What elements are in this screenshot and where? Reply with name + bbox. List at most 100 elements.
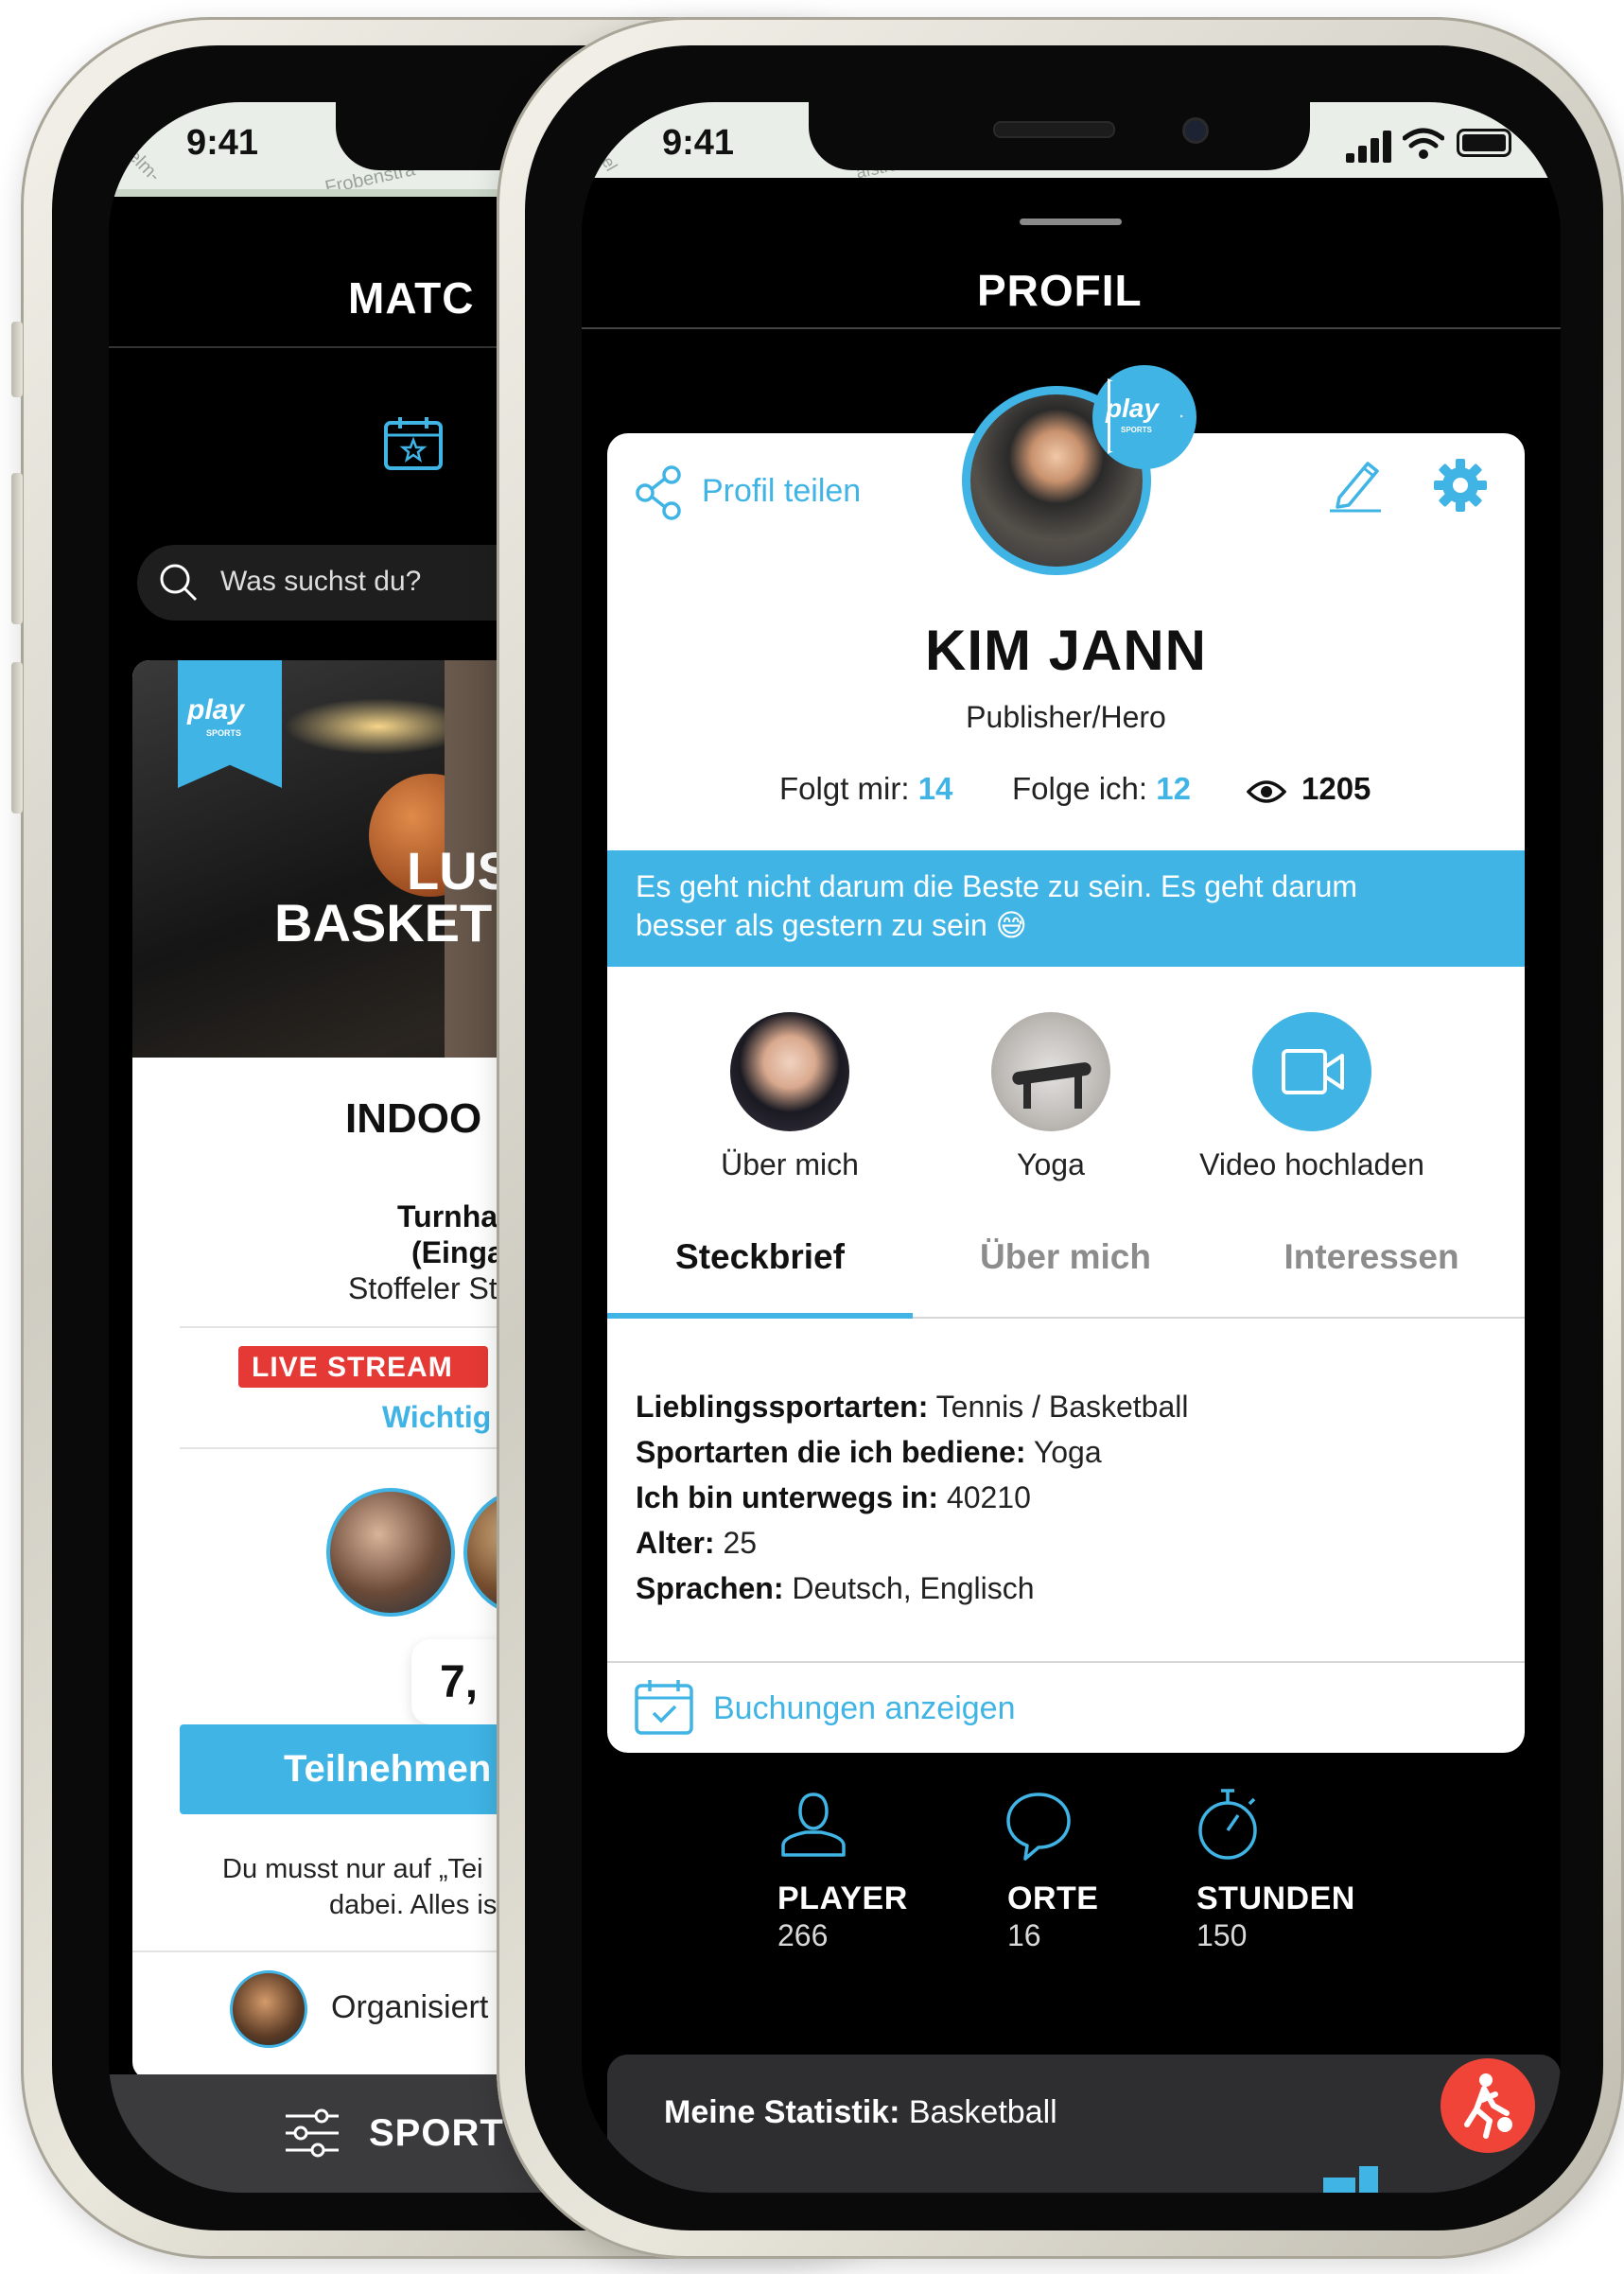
event-title: INDOO (345, 1095, 482, 1142)
followers-stat[interactable]: Folgt mir: 14 (779, 771, 952, 807)
following-stat[interactable]: Folge ich: 12 (1012, 771, 1191, 807)
profile-row-key: Alter: (636, 1526, 715, 1560)
battery-icon (1457, 129, 1511, 157)
logo-text: play (1106, 394, 1160, 423)
stat-value: 150 (1196, 1918, 1248, 1952)
stat-label: PLAYER (777, 1880, 908, 1916)
edit-pencil-icon[interactable] (1326, 456, 1385, 513)
front-camera (1182, 117, 1209, 144)
hero-line2: BASKET (274, 893, 493, 953)
wifi-icon (1403, 128, 1444, 159)
search-icon (160, 564, 198, 602)
tab-interessen[interactable]: Interessen (1218, 1237, 1525, 1294)
views-count: 1205 (1301, 771, 1371, 806)
basketball-player-icon (1464, 2073, 1512, 2139)
yoga-figure-limb (1074, 1069, 1082, 1109)
signal-icon (1346, 131, 1395, 163)
tab-label: Über mich (980, 1237, 1151, 1276)
header-title: PROFIL (977, 266, 1143, 315)
play-sports-logo: play SPORTS (178, 660, 282, 788)
followers-label: Folgt mir: (779, 771, 910, 806)
profile-row-key: Lieblingssportarten: (636, 1390, 929, 1424)
quote-line2: besser als gestern zu sein 😅 (636, 908, 1027, 942)
share-profile-link[interactable]: Profil teilen (702, 473, 861, 510)
profile-row: Ich bin unterwegs in: 40210 (636, 1475, 1188, 1520)
profile-row-value: Deutsch, Englisch (783, 1571, 1035, 1605)
quote-line1: Es geht nicht darum die Beste zu sein. E… (636, 869, 1358, 903)
following-count: 12 (1156, 771, 1191, 806)
profile-card: Profil teilen KIM JANN Publisher/Hero Fo… (607, 433, 1525, 1753)
organizer-avatar[interactable] (230, 1970, 307, 2048)
tab-ueber-mich[interactable]: Über mich (913, 1237, 1218, 1294)
yoga-thumbnail[interactable] (991, 1012, 1110, 1131)
logo-subtext: SPORTS (1121, 426, 1152, 434)
play-sports-badge: play SPORTS (1092, 365, 1196, 469)
stopwatch-icon[interactable] (1195, 1787, 1261, 1863)
stat-label: STUNDEN (1196, 1880, 1355, 1916)
stat-label: ORTE (1007, 1880, 1099, 1916)
followers-count: 14 (917, 771, 953, 806)
join-button-label: Teilnehmen (284, 1748, 492, 1790)
statistics-panel[interactable]: Meine Statistik: Basketball (607, 2055, 1561, 2193)
media-label: Video hochladen (1199, 1147, 1424, 1181)
statistics-value: Basketball (899, 2094, 1057, 2130)
profile-row: Alter: 25 (636, 1520, 1188, 1566)
following-label: Folge ich: (1012, 771, 1148, 806)
statistics-label: Meine Statistik: (664, 2094, 900, 2130)
venue-line2: (Einga (411, 1235, 504, 1269)
hint-line1: Du musst nur auf „Tei (222, 1854, 483, 1884)
speaker-grille (993, 121, 1115, 138)
logo-text: play (187, 694, 245, 726)
organizer-label: Organisiert v (331, 1989, 514, 2025)
statistics-title: Meine Statistik: Basketball (664, 2094, 1057, 2131)
tab-label: Interessen (1283, 1237, 1459, 1276)
status-time: 9:41 (662, 123, 735, 163)
hint-line2: dabei. Alles is (329, 1890, 498, 1920)
yoga-figure-limb (1023, 1075, 1031, 1109)
front-notch (809, 102, 1310, 170)
map-label: helm- (115, 137, 165, 186)
back-volume-up (11, 473, 23, 624)
live-stream-label: LIVE STREAM (252, 1352, 453, 1383)
stat-value: 266 (777, 1918, 829, 1952)
divider (582, 327, 1561, 329)
about-me-thumbnail[interactable] (730, 1012, 849, 1131)
live-stream-badge: LIVE STREAM (238, 1346, 488, 1388)
front-screen: rhel afstra 9:41 PROFIL Profi (582, 102, 1561, 2193)
divider (607, 1661, 1525, 1663)
chat-bubble-icon[interactable] (1004, 1791, 1073, 1863)
active-tab-indicator (607, 1313, 913, 1319)
profile-row: Sprachen: Deutsch, Englisch (636, 1566, 1188, 1611)
search-placeholder: Was suchst du? (220, 566, 422, 597)
profile-name: KIM JANN (924, 619, 1207, 682)
user-icon[interactable] (777, 1791, 849, 1859)
share-icon[interactable] (634, 465, 683, 520)
profile-row-value: 25 (714, 1526, 758, 1560)
map-label: rhel (590, 140, 621, 175)
profile-row-value: 40210 (938, 1480, 1031, 1514)
chart-bar (1323, 2178, 1355, 2193)
drag-handle[interactable] (1020, 219, 1122, 225)
venue-line1: Turnha (397, 1199, 498, 1233)
profile-row-key: Ich bin unterwegs in: (636, 1480, 939, 1514)
participant-avatar[interactable] (326, 1488, 455, 1617)
video-upload-button[interactable] (1252, 1012, 1371, 1131)
profile-role: Publisher/Hero (966, 700, 1166, 734)
important-link[interactable]: Wichtig (382, 1400, 491, 1435)
tab-steckbrief[interactable]: Steckbrief (607, 1237, 913, 1294)
gear-icon[interactable] (1432, 457, 1489, 514)
media-label: Yoga (1017, 1147, 1085, 1181)
bookings-link[interactable]: Buchungen anzeigen (634, 1677, 1107, 1741)
profile-row-key: Sportarten die ich bediene: (636, 1435, 1026, 1469)
back-header-title: MATC (348, 273, 475, 323)
profile-row-value: Yoga (1025, 1435, 1102, 1469)
sport-fab-button[interactable] (1441, 2058, 1535, 2153)
profile-row-key: Sprachen: (636, 1571, 784, 1605)
tab-label: Steckbrief (675, 1237, 845, 1276)
video-camera-icon (1282, 1049, 1344, 1094)
calendar-star-icon[interactable] (383, 414, 444, 471)
back-mute-switch (11, 322, 23, 397)
bottom-nav-label[interactable]: SPORT (369, 2112, 504, 2155)
logo-subtext: SPORTS (206, 728, 242, 738)
filter-sliders-icon[interactable] (284, 2108, 341, 2158)
